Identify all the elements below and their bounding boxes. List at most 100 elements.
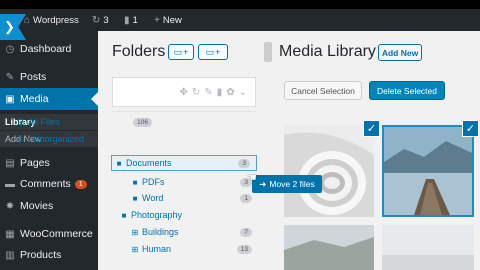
comment-icon: ▮ (124, 14, 130, 26)
home-icon: ⌂ (24, 14, 31, 26)
woocommerce-icon: ▦ (5, 228, 15, 240)
tree-count: 3 (238, 158, 250, 168)
dashboard-icon: ◷ (5, 43, 15, 55)
landscape-photo (284, 225, 374, 270)
media-icon: ▣ (5, 93, 15, 105)
menu-label: Products (20, 249, 62, 261)
tree-label: / Unorganized (28, 134, 85, 144)
tree-item-documents[interactable]: ■ Documents 3 (111, 155, 257, 171)
drag-tooltip: ➜ Move 2 files (252, 175, 322, 193)
tree-count: 106 (133, 117, 152, 127)
menu-item-media[interactable]: ▣ Media (0, 88, 98, 110)
add-folder-plus: + (183, 47, 189, 57)
checkmark-icon[interactable]: ✓ (363, 120, 380, 137)
tree-label: Word (142, 193, 164, 203)
menu-item-pages[interactable]: ▤ Pages (0, 152, 98, 174)
tree-count: 1 (240, 193, 252, 203)
folder-icon: ■ (116, 158, 122, 168)
menu-item-movies[interactable]: ✸ Movies (0, 195, 98, 217)
folder-icon: ■ (132, 193, 138, 203)
tree-count: 7 (240, 227, 252, 237)
products-icon: ▥ (5, 249, 15, 261)
menu-item-posts[interactable]: ✎ Posts (0, 66, 98, 88)
new-content-link[interactable]: + New (154, 9, 182, 31)
tree-item-word[interactable]: ■ Word 1 (128, 190, 258, 206)
pin-icon: ✎ (5, 71, 15, 83)
subfolder-icon: ▭ (205, 46, 215, 57)
media-thumb-pier[interactable] (382, 125, 474, 217)
comments-count: 1 (132, 14, 138, 26)
menu-item-comments[interactable]: ▬ Comments 1 (0, 173, 98, 195)
site-name-link[interactable]: ⌂ Wordpress (24, 9, 79, 31)
hand-cursor-icon: ☚ (247, 172, 257, 184)
menu-item-dashboard[interactable]: ◷ Dashboard (0, 38, 98, 60)
tree-label: Photography (131, 210, 183, 220)
refresh-icon[interactable]: ↻ (192, 87, 200, 98)
pier-photo (384, 127, 472, 215)
arrow-right-icon: ➜ (259, 178, 267, 189)
menu-label: Dashboard (20, 43, 72, 55)
updates-icon: ↻ (92, 14, 101, 26)
comments-link[interactable]: ▮ 1 (124, 9, 138, 31)
checkmark-icon[interactable]: ✓ (462, 120, 479, 137)
movies-icon: ✸ (5, 200, 15, 212)
tree-label: Buildings (142, 227, 179, 237)
tree-item-photography[interactable]: ■ Photography (117, 207, 258, 223)
admin-bar: ⌂ Wordpress ↻ 3 ▮ 1 + New (0, 9, 480, 31)
menu-label: WooCommerce (20, 228, 93, 240)
resize-handle[interactable] (264, 42, 272, 62)
pages-icon: ▤ (5, 157, 15, 169)
tree-item-all-files[interactable]: ☰ All Files 106 (14, 114, 158, 130)
gallery-icon: ⊞ (131, 227, 139, 237)
folder-icon: ■ (121, 210, 127, 220)
gallery-icon: ⊞ (131, 244, 139, 254)
menu-item-products[interactable]: ▥ Products (0, 244, 98, 266)
add-new-button[interactable]: Add New (378, 44, 422, 61)
sky-photo (382, 225, 474, 270)
menu-label: Posts (20, 71, 47, 83)
tree-item-unorganized[interactable]: ⊙ / Unorganized (14, 131, 158, 147)
settings-icon[interactable]: ✿ (226, 87, 234, 98)
building-photo (284, 125, 374, 217)
folder-icon: ■ (132, 177, 138, 187)
edit-icon[interactable]: ✎ (204, 87, 212, 98)
chevron-down-icon[interactable]: ⌄ (239, 87, 247, 98)
trash-icon[interactable]: ▮ (217, 87, 223, 98)
media-thumb-sky[interactable] (382, 225, 474, 270)
menu-item-woocommerce[interactable]: ▦ WooCommerce (0, 223, 98, 245)
site-name: Wordpress (33, 14, 79, 26)
folder-icon: ▭ (173, 46, 183, 57)
folders-title: Folders (112, 43, 166, 60)
tree-item-human[interactable]: ⊞ Human 13 (128, 241, 258, 257)
folder-toolbar: ✥ ↻ ✎ ▮ ✿ ⌄ (112, 77, 256, 107)
tree-label: All Files (28, 117, 60, 127)
unorganized-icon: ⊙ (17, 134, 25, 144)
tree-label: PDFs (142, 177, 165, 187)
comments-icon: ▬ (5, 178, 15, 190)
menu-label: Media (20, 93, 49, 105)
new-label: New (162, 14, 182, 26)
drag-tooltip-text: Move 2 files (269, 179, 315, 189)
updates-link[interactable]: ↻ 3 (92, 9, 109, 31)
cancel-selection-button[interactable]: Cancel Selection (284, 81, 362, 100)
media-thumb-building[interactable] (284, 125, 374, 217)
updates-count: 3 (103, 14, 109, 26)
menu-label: Pages (20, 157, 50, 169)
menu-label: Comments (20, 178, 71, 190)
all-files-icon: ☰ (17, 117, 25, 127)
add-folder-button[interactable]: ▭ + (168, 44, 194, 60)
menu-label: Movies (20, 200, 54, 212)
tree-label: Human (142, 244, 172, 254)
tree-item-buildings[interactable]: ⊞ Buildings 7 (128, 224, 258, 240)
plus-icon: + (154, 14, 160, 26)
tree-label: Documents (126, 158, 172, 168)
move-icon[interactable]: ✥ (180, 87, 188, 98)
tree-count: 13 (236, 244, 252, 254)
tree-divider (112, 111, 256, 112)
add-subfolder-plus: + (215, 47, 221, 57)
media-library-title: Media Library (279, 43, 376, 60)
delete-selected-button[interactable]: Delete Selected (369, 81, 445, 100)
media-thumb-landscape[interactable] (284, 225, 374, 270)
add-subfolder-button[interactable]: ▭ + (198, 44, 228, 60)
tree-item-pdfs[interactable]: ■ PDFs 3 (128, 174, 258, 190)
